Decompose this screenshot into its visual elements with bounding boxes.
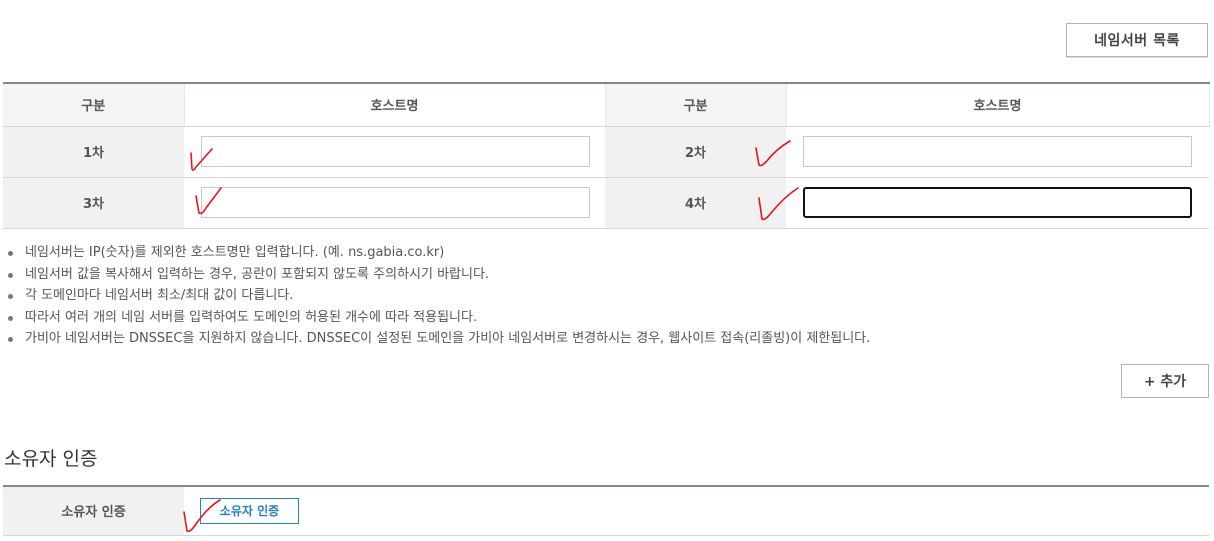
hostname-input-3rd[interactable] <box>201 187 590 218</box>
check-mark-icon <box>755 140 791 167</box>
column-header-hostname: 호스트명 <box>785 83 1210 127</box>
add-nameserver-button[interactable]: + 추가 <box>1121 364 1209 398</box>
column-header-category: 구분 <box>3 83 184 127</box>
column-header-hostname: 호스트명 <box>183 83 606 127</box>
check-mark-icon <box>183 499 221 533</box>
note-item: 가비아 네임서버는 DNSSEC을 지원하지 않습니다. DNSSEC이 설정된… <box>7 328 870 350</box>
table-header-row: 구분 호스트명 구분 호스트명 <box>3 83 1210 127</box>
owner-action-cell: 소유자 인증 <box>184 486 1209 536</box>
table-row: 3차 4차 <box>3 177 1209 229</box>
nameserver-list-button[interactable]: 네임서버 목록 <box>1066 23 1208 57</box>
notes-list: 네임서버는 IP(숫자)를 제외한 호스트명만 입력합니다. (예. ns.ga… <box>7 242 870 350</box>
owner-section-title: 소유자 인증 <box>4 448 98 470</box>
check-mark-icon <box>758 187 799 221</box>
table-row: 1차 2차 <box>3 126 1209 178</box>
hostname-cell-4th <box>786 177 1209 229</box>
note-item: 네임서버 값을 복사해서 입력하는 경우, 공란이 포함되지 않도록 주의하시기… <box>7 264 870 286</box>
note-item: 각 도메인마다 네임서버 최소/최대 값이 다릅니다. <box>7 285 870 307</box>
row-label-3rd: 3차 <box>3 177 184 229</box>
nameserver-table: 구분 호스트명 구분 호스트명 1차 2차 3차 4차 <box>3 82 1210 229</box>
hostname-input-1st[interactable] <box>201 136 590 167</box>
check-mark-icon <box>190 148 213 171</box>
hostname-input-4th[interactable] <box>803 187 1192 218</box>
hostname-cell-2nd <box>786 126 1209 178</box>
row-label-1st: 1차 <box>3 126 184 178</box>
hostname-cell-3rd <box>184 177 605 229</box>
hostname-input-2nd[interactable] <box>803 136 1192 167</box>
hostname-cell-1st <box>184 126 605 178</box>
check-mark-icon <box>195 187 222 215</box>
column-header-category: 구분 <box>605 83 786 127</box>
note-item: 따라서 여러 개의 네임 서버를 입력하여도 도메인의 허용된 개수에 따라 적… <box>7 307 870 329</box>
note-item: 네임서버는 IP(숫자)를 제외한 호스트명만 입력합니다. (예. ns.ga… <box>7 242 870 264</box>
owner-row-label: 소유자 인증 <box>3 486 184 536</box>
